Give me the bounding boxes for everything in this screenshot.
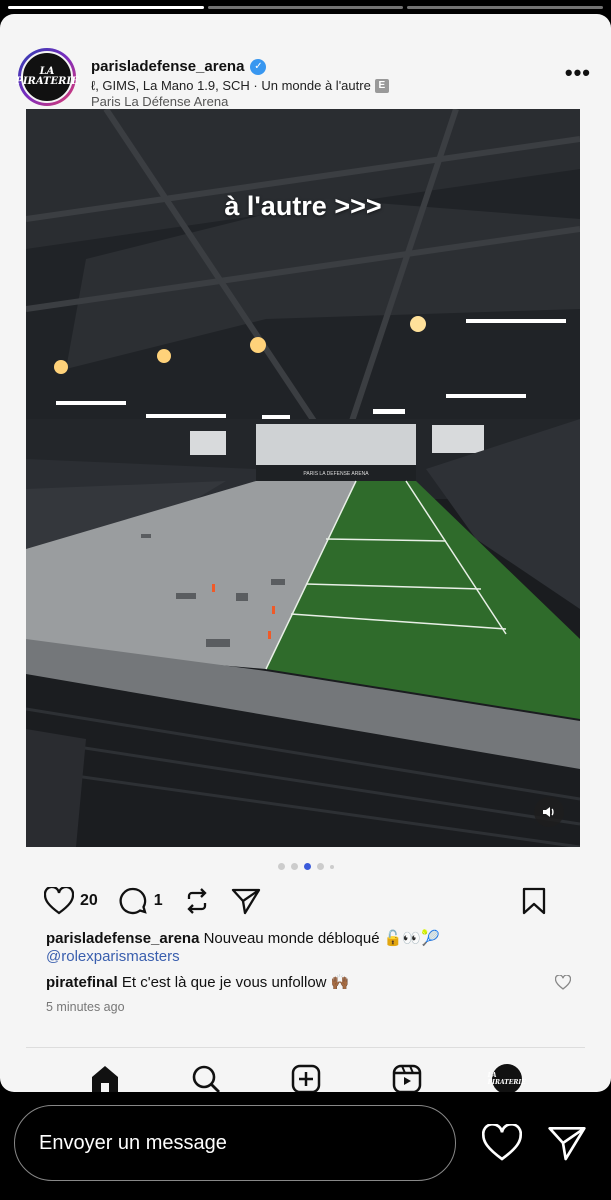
- carousel-indicator: [0, 863, 611, 870]
- repost-button[interactable]: [183, 887, 211, 915]
- bookmark-icon: [522, 887, 546, 915]
- post-header: LA PIRATERIE parisladefense_arena ✓ ℓ, G…: [15, 36, 593, 109]
- reels-icon[interactable]: [391, 1063, 423, 1092]
- comment-username[interactable]: piratefinal: [46, 974, 118, 991]
- home-icon[interactable]: [89, 1063, 121, 1092]
- post-location[interactable]: Paris La Défense Arena: [91, 94, 503, 109]
- post-image[interactable]: PARIS LA DEFENSE ARENA à l'autre >>>: [26, 109, 580, 847]
- save-button[interactable]: [521, 887, 547, 915]
- create-icon[interactable]: [290, 1063, 322, 1092]
- arena-banner: PARIS LA DEFENSE ARENA: [303, 471, 369, 477]
- carousel-dot: [329, 864, 334, 869]
- carousel-dot: [290, 863, 298, 870]
- caption-mention[interactable]: @rolexparismasters: [46, 948, 571, 966]
- carousel-dot: [277, 863, 285, 870]
- story-reply-input[interactable]: Envoyer un message: [14, 1105, 456, 1181]
- music-label: ℓ, GIMS, La Mano 1.9, SCH · Un monde à l…: [91, 78, 371, 93]
- music-info[interactable]: ℓ, GIMS, La Mano 1.9, SCH · Un monde à l…: [91, 78, 503, 93]
- story-like-icon[interactable]: [482, 1124, 522, 1162]
- post-caption: parisladefense_arena Nouveau monde déblo…: [46, 930, 571, 966]
- explicit-badge: E: [374, 78, 389, 93]
- avatar[interactable]: LA PIRATERIE: [15, 48, 79, 106]
- avatar-logo: LA PIRATERIE: [15, 51, 79, 103]
- profile-avatar[interactable]: LA PIRATERIE: [488, 1064, 526, 1092]
- like-count: 20: [80, 892, 98, 909]
- comment-icon: [119, 887, 147, 915]
- caption-username[interactable]: parisladefense_arena: [46, 930, 199, 947]
- story-send-icon[interactable]: [547, 1124, 587, 1162]
- caption-text: Nouveau monde débloqué 🔓👀🎾: [203, 930, 440, 947]
- share-button[interactable]: [231, 887, 261, 915]
- carousel-dot-active: [303, 863, 311, 870]
- post-header-text: parisladefense_arena ✓ ℓ, GIMS, La Mano …: [91, 58, 503, 109]
- shared-post-card[interactable]: LA PIRATERIE parisladefense_arena ✓ ℓ, G…: [0, 14, 611, 1092]
- search-icon[interactable]: [190, 1063, 222, 1092]
- comment-button[interactable]: 1: [118, 887, 163, 915]
- progress-segment: [407, 6, 604, 9]
- heart-icon: [44, 887, 74, 915]
- repost-icon: [187, 888, 207, 914]
- reply-placeholder: Envoyer un message: [39, 1131, 227, 1154]
- carousel-dot: [316, 863, 324, 870]
- progress-segment: [207, 6, 404, 9]
- more-options-icon[interactable]: •••: [565, 60, 591, 86]
- volume-icon[interactable]: [534, 797, 564, 827]
- comment-like-icon[interactable]: [555, 974, 571, 990]
- story-overlay-text: à l'autre >>>: [224, 191, 382, 221]
- like-button[interactable]: 20: [44, 887, 98, 915]
- bottom-nav: LA PIRATERIE: [0, 1059, 611, 1092]
- story-progress-bar: [8, 6, 604, 9]
- post-username[interactable]: parisladefense_arena: [91, 58, 244, 75]
- post-timestamp: 5 minutes ago: [46, 1000, 125, 1014]
- post-actions: 20 1: [44, 884, 567, 918]
- verified-badge-icon: ✓: [250, 58, 267, 75]
- profile-avatar-logo: LA PIRATERIE: [487, 1072, 526, 1086]
- comment-count: 1: [153, 892, 163, 909]
- progress-segment: [8, 6, 204, 9]
- divider: [26, 1047, 585, 1048]
- comment-row: piratefinal Et c'est là que je vous unfo…: [46, 973, 571, 991]
- send-icon: [231, 888, 260, 915]
- comment-text: Et c'est là que je vous unfollow 🙌🏾: [121, 974, 350, 991]
